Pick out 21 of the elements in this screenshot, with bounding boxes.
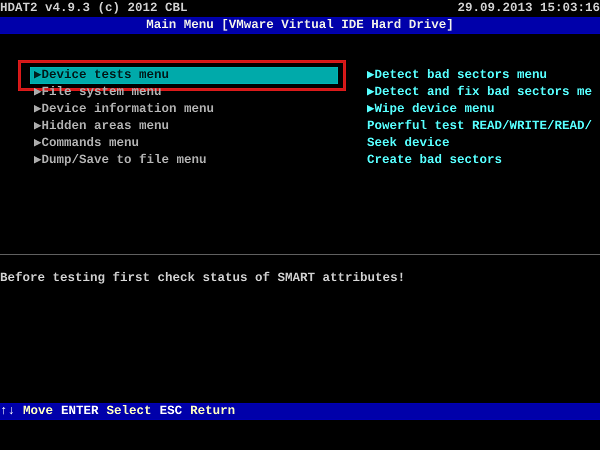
key-label: ↑↓ bbox=[0, 403, 16, 420]
menu-item[interactable]: ▶Device tests menu bbox=[30, 67, 338, 84]
app-version: HDAT2 v4.9.3 (c) 2012 CBL bbox=[0, 0, 188, 17]
key-label: ENTER bbox=[61, 403, 99, 420]
submenu-item[interactable]: ▶Detect and fix bad sectors me bbox=[367, 84, 592, 101]
menu-item[interactable]: ▶Hidden areas menu bbox=[30, 118, 338, 135]
key-action: Move bbox=[23, 403, 54, 420]
menu-item[interactable]: ▶Device information menu bbox=[30, 101, 338, 118]
submenu-item[interactable]: Seek device bbox=[367, 135, 592, 152]
key-action: Return bbox=[190, 403, 236, 420]
submenu-item[interactable]: Powerful test READ/WRITE/READ/ bbox=[367, 118, 592, 135]
key-action: Select bbox=[106, 403, 152, 420]
submenu-item[interactable]: Create bad sectors bbox=[367, 152, 592, 169]
menu-item[interactable]: ▶Commands menu bbox=[30, 135, 338, 152]
title-bar: Main Menu [VMware Virtual IDE Hard Drive] bbox=[0, 17, 600, 34]
message-text: Before testing first check status of SMART attributes! bbox=[0, 270, 406, 287]
submenu-item[interactable]: ▶Wipe device menu bbox=[367, 101, 592, 118]
date-time: 29.09.2013 15:03:16 bbox=[457, 0, 600, 17]
menu-item[interactable]: ▶Dump/Save to file menu bbox=[30, 152, 338, 169]
submenu-item[interactable]: ▶Detect bad sectors menu bbox=[367, 67, 592, 84]
key-label: ESC bbox=[160, 403, 182, 420]
